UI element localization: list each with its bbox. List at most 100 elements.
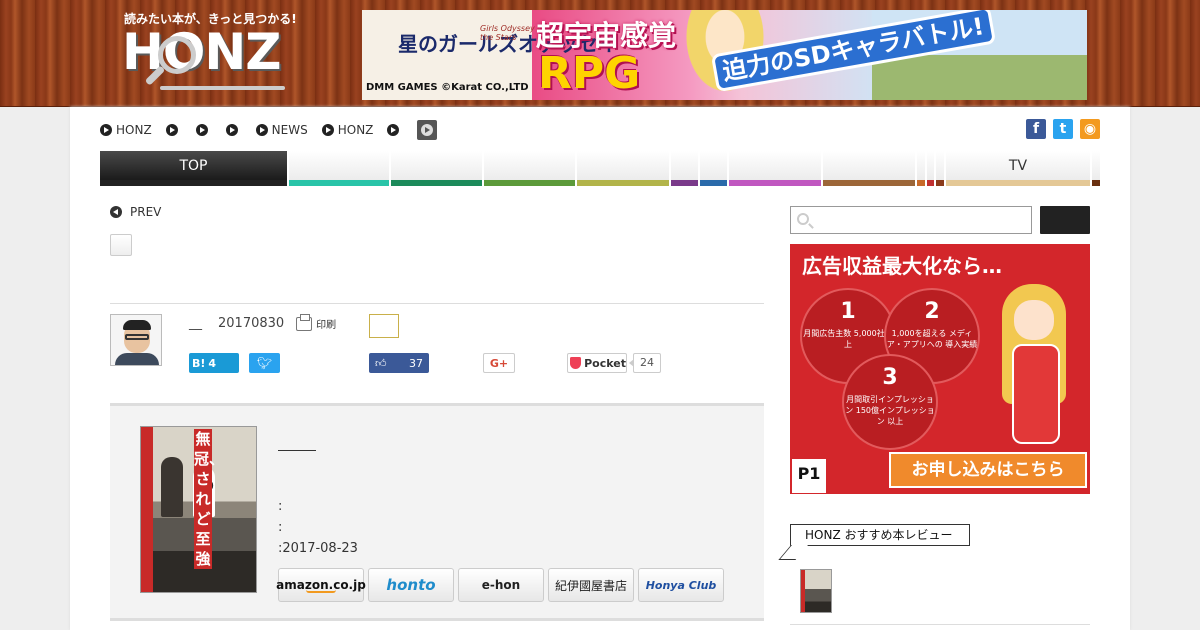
book-release-date: :2017-08-23 [278, 541, 358, 556]
category-tab[interactable] [671, 151, 698, 186]
search-button[interactable] [1040, 206, 1090, 234]
chevron-right-icon [100, 124, 112, 136]
google-plus-button[interactable]: G+ [483, 353, 515, 373]
chevron-right-icon [225, 124, 238, 136]
book-author-line: : [278, 499, 283, 514]
honto-logo: honto [386, 576, 436, 594]
category-tab[interactable] [700, 151, 727, 186]
logo-wordmark: HONZ [122, 23, 281, 81]
ad-headline: 広告収益最大化なら… [802, 254, 1002, 278]
category-tab[interactable] [289, 151, 389, 186]
category-color-bar [484, 180, 575, 186]
breadcrumb-item[interactable] [195, 124, 212, 136]
pocket-count: 24 [629, 353, 661, 373]
category-tab[interactable] [577, 151, 669, 186]
category-tab[interactable] [917, 151, 925, 186]
ad-circle-3: 3 月間取引インプレッション 150億インプレッション 以上 [842, 354, 938, 450]
logo-underline [160, 86, 285, 90]
prev-label: PREV [130, 205, 162, 219]
header-ad-banner[interactable]: 星のガールズオデッセイ Girls Odyssey of the Stars D… [362, 10, 1087, 100]
site-header: 読みたい本が、きっと見つかる! HONZ 星のガールズオデッセイ Girls O… [0, 0, 1200, 107]
chevron-right-icon [387, 124, 400, 136]
site-logo[interactable]: 読みたい本が、きっと見つかる! HONZ [120, 8, 297, 100]
category-tab[interactable]: TOP [100, 151, 287, 186]
book-title-underline [278, 450, 316, 451]
breadcrumb-item[interactable]: HONZ [100, 123, 152, 137]
category-color-bar [100, 180, 287, 186]
avatar[interactable] [110, 314, 162, 366]
book-title[interactable] [278, 444, 318, 445]
category-tab[interactable] [484, 151, 575, 186]
sidebar-ad[interactable]: 広告収益最大化なら… 1 月間広告主数 5,000社以上 2 1,000を超える… [790, 244, 1090, 494]
category-color-bar [391, 180, 482, 186]
chevron-right-icon [417, 120, 438, 140]
print-label: 印刷 [316, 320, 337, 331]
prev-link[interactable]: PREV [110, 205, 161, 219]
category-tab[interactable] [936, 151, 944, 186]
book-info-box: 10 無冠、されど至強 : : :2017-08-23 amazon.co.jp… [110, 403, 764, 621]
amazon-button[interactable]: amazon.co.jp [276, 568, 366, 602]
category-tab[interactable] [729, 151, 821, 186]
category-color-bar [936, 180, 944, 186]
honyaclub-button[interactable]: Honya Club [638, 568, 724, 602]
article-date: 20170830 [218, 316, 285, 331]
hatena-icon: B! [192, 356, 206, 370]
category-tab-label: TV [1008, 158, 1028, 174]
category-tag[interactable] [369, 314, 399, 338]
twitter-icon[interactable]: t [1053, 119, 1073, 139]
search-input[interactable] [790, 206, 1032, 234]
breadcrumb-label: HONZ [116, 123, 152, 137]
ad-cta-button[interactable]: お申し込みはこちら [889, 452, 1087, 488]
ad-logo: P1 [792, 459, 826, 493]
facebook-icon[interactable]: f [1026, 119, 1046, 139]
author-name[interactable]: __ [189, 316, 202, 331]
chevron-right-icon [321, 124, 334, 136]
honto-button[interactable]: honto [368, 568, 454, 602]
pocket-button[interactable]: Pocket [567, 353, 627, 373]
social-links: f t ◉ [1026, 119, 1100, 139]
rss-icon[interactable]: ◉ [1080, 119, 1100, 139]
category-nav: TOP TV [100, 151, 1100, 187]
breadcrumb-item[interactable] [387, 124, 403, 136]
breadcrumb-item[interactable]: NEWS [255, 123, 308, 137]
recommend-book-thumb[interactable] [800, 569, 832, 613]
banner-genre: RPG [538, 48, 641, 99]
breadcrumb: HONZ NEWS HONZ [100, 120, 451, 140]
breadcrumb-item[interactable]: HONZ [321, 123, 374, 137]
category-color-bar [917, 180, 925, 186]
book-publisher-line: : [278, 520, 283, 535]
facebook-like-button[interactable]: 👍︎ 37 [369, 353, 429, 373]
tweet-button[interactable]: 🐦︎ [249, 353, 280, 373]
pocket-label: Pocket [584, 356, 626, 370]
ehon-logo: e-hon [481, 578, 521, 592]
category-color-bar [729, 180, 821, 186]
amazon-logo: amazon.co.jp [276, 577, 366, 593]
category-color-bar [946, 180, 1090, 186]
print-button[interactable]: 印刷 [296, 313, 337, 331]
page-container: HONZ NEWS HONZ f t ◉ TOP TV PREV __ 2017083… [70, 107, 1130, 630]
pocket-icon [570, 357, 582, 369]
hatena-count: 4 [208, 356, 217, 370]
article-checkbox[interactable] [110, 234, 132, 256]
category-tab[interactable] [927, 151, 934, 186]
ad-character [990, 284, 1086, 454]
chevron-right-icon [165, 124, 178, 136]
breadcrumb-item[interactable] [225, 124, 242, 136]
category-tab-label: TOP [179, 158, 208, 174]
breadcrumb-item[interactable] [417, 120, 438, 140]
category-tab[interactable] [823, 151, 915, 186]
book-cover[interactable]: 10 無冠、されど至強 [140, 426, 257, 593]
breadcrumb-item[interactable] [165, 124, 182, 136]
category-tab[interactable] [391, 151, 482, 186]
kinokuniya-button[interactable]: 紀伊國屋書店 [548, 568, 634, 602]
category-color-bar [700, 180, 727, 186]
category-tab[interactable] [1092, 151, 1100, 186]
breadcrumb-label: HONZ [337, 123, 374, 137]
category-color-bar [823, 180, 915, 186]
breadcrumb-label: NEWS [271, 123, 308, 137]
hatena-bookmark-button[interactable]: B! 4 [189, 353, 239, 373]
ehon-button[interactable]: e-hon [458, 568, 544, 602]
divider [790, 624, 1090, 625]
category-tab[interactable]: TV [946, 151, 1090, 186]
divider [110, 303, 764, 304]
